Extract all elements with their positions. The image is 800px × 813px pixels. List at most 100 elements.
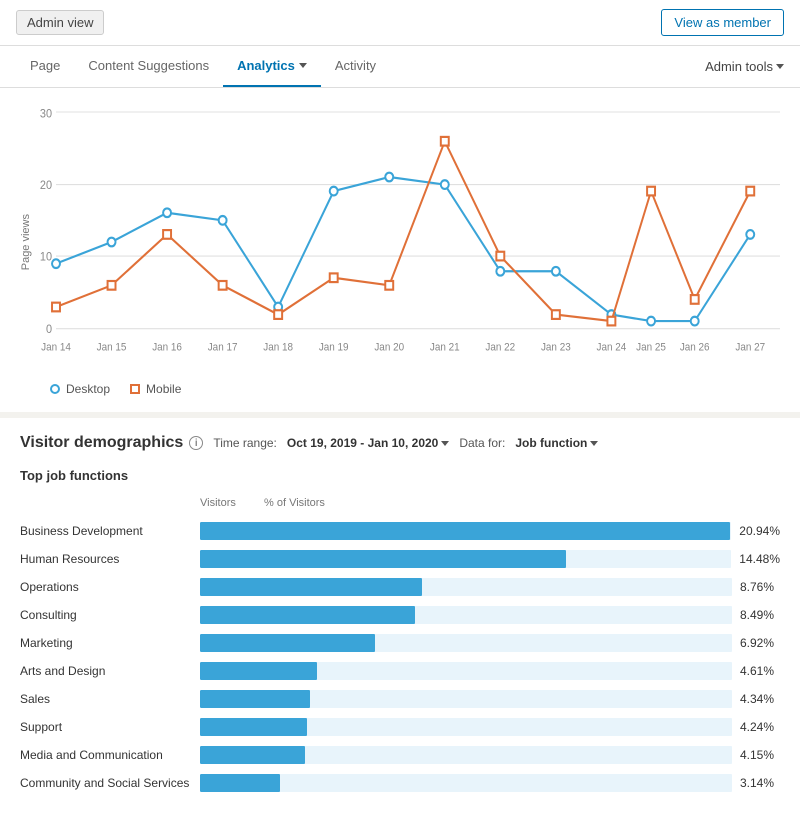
svg-text:Jan 23: Jan 23 [541,342,571,353]
bar-fill-3 [200,606,415,624]
bar-label-6: Sales [20,685,200,713]
desktop-legend-icon [50,384,60,394]
svg-text:Jan 16: Jan 16 [152,342,182,353]
tab-activity[interactable]: Activity [321,46,390,87]
bar-row-7: 4.24% [200,713,780,741]
bar-label-8: Media and Communication [20,741,200,769]
bar-track-8 [200,746,732,764]
svg-text:0: 0 [46,324,52,337]
bar-track-5 [200,662,732,680]
desktop-legend-label: Desktop [66,382,110,396]
bar-label-7: Support [20,713,200,741]
bar-pct-9: 3.14% [740,776,780,790]
bar-track-2 [200,578,732,596]
time-range-dropdown-icon [441,441,449,446]
demographics-section: Visitor demographics i Time range: Oct 1… [0,418,800,813]
bar-fill-9 [200,774,280,792]
time-range-label: Time range: [213,436,277,450]
demographics-title: Visitor demographics i [20,434,203,452]
svg-text:Jan 26: Jan 26 [680,342,710,353]
svg-text:Jan 25: Jan 25 [636,342,666,353]
mobile-legend-icon [130,384,140,394]
legend-desktop: Desktop [50,382,110,396]
view-as-member-button[interactable]: View as member [661,9,784,36]
bar-fill-1 [200,550,566,568]
analytics-dropdown-icon [299,63,307,68]
legend-mobile: Mobile [130,382,181,396]
mobile-legend-label: Mobile [146,382,181,396]
bar-rows-container: Visitors % of Visitors 20.94% 14.48% 8.7… [200,493,780,797]
admin-view-label: Admin view [16,10,104,35]
bar-row-4: 6.92% [200,629,780,657]
svg-text:Jan 24: Jan 24 [597,342,627,353]
svg-text:30: 30 [40,108,52,121]
admin-tools-button[interactable]: Admin tools [705,59,784,74]
top-job-functions-title: Top job functions [20,468,780,483]
bar-row-3: 8.49% [200,601,780,629]
bar-pct-7: 4.24% [740,720,780,734]
tab-content-suggestions[interactable]: Content Suggestions [74,46,223,87]
visitors-col-header: Visitors [200,497,260,509]
bar-pct-3: 8.49% [740,608,780,622]
bar-track-4 [200,634,732,652]
bar-fill-4 [200,634,375,652]
bar-label-5: Arts and Design [20,657,200,685]
data-for-value: Job function [515,436,587,450]
bar-pct-6: 4.34% [740,692,780,706]
bar-track-9 [200,774,732,792]
bar-pct-0: 20.94% [739,524,780,538]
bar-pct-5: 4.61% [740,664,780,678]
bar-fill-8 [200,746,305,764]
line-chart: 0 10 20 30 Jan 14 Jan 15 Jan 16 Jan 17 J… [56,112,780,372]
bar-row-1: 14.48% [200,545,780,573]
bar-label-4: Marketing [20,629,200,657]
pct-col-header: % of Visitors [264,497,325,509]
bar-row-6: 4.34% [200,685,780,713]
tab-analytics[interactable]: Analytics [223,46,321,87]
nav-tabs-left: Page Content Suggestions Analytics Activ… [16,46,390,87]
bar-labels: Business Development Human Resources Ope… [20,493,200,797]
svg-text:Jan 14: Jan 14 [41,342,71,353]
chart-section: Page views 0 10 20 30 Jan 14 Jan 15 Jan … [0,88,800,418]
bar-pct-8: 4.15% [740,748,780,762]
bar-fill-0 [200,522,730,540]
bar-label-1: Human Resources [20,545,200,573]
bar-rows: 20.94% 14.48% 8.76% 8.49% 6.92% 4.61% 4.… [200,517,780,797]
bar-fill-2 [200,578,422,596]
bar-row-0: 20.94% [200,517,780,545]
tab-page[interactable]: Page [16,46,74,87]
svg-text:20: 20 [40,180,52,193]
info-icon[interactable]: i [189,436,203,450]
data-for-label: Data for: [459,436,505,450]
time-range-value: Oct 19, 2019 - Jan 10, 2020 [287,436,438,450]
bar-fill-5 [200,662,317,680]
svg-text:Jan 18: Jan 18 [263,342,293,353]
svg-text:Jan 19: Jan 19 [319,342,349,353]
top-bar: Admin view View as member [0,0,800,46]
svg-text:Jan 20: Jan 20 [374,342,404,353]
bar-row-8: 4.15% [200,741,780,769]
bar-fill-6 [200,690,310,708]
time-range-filter-button[interactable]: Oct 19, 2019 - Jan 10, 2020 [287,436,449,450]
svg-text:10: 10 [40,251,52,264]
bar-row-5: 4.61% [200,657,780,685]
bar-label-2: Operations [20,573,200,601]
bar-label-3: Consulting [20,601,200,629]
bar-track-6 [200,690,732,708]
bar-track-3 [200,606,732,624]
bar-pct-1: 14.48% [739,552,780,566]
bar-pct-2: 8.76% [740,580,780,594]
bar-label-0: Business Development [20,517,200,545]
svg-text:Jan 27: Jan 27 [735,342,765,353]
bar-column-headers: Visitors % of Visitors [200,493,780,513]
svg-text:Jan 21: Jan 21 [430,342,460,353]
data-for-filter-button[interactable]: Job function [515,436,598,450]
nav-tabs: Page Content Suggestions Analytics Activ… [0,46,800,88]
bar-track-0 [200,522,731,540]
bar-chart-container: Business Development Human Resources Ope… [20,493,780,797]
bar-pct-4: 6.92% [740,636,780,650]
admin-tools-dropdown-icon [776,64,784,69]
demographics-header: Visitor demographics i Time range: Oct 1… [20,434,780,452]
bar-track-1 [200,550,731,568]
y-axis-label: Page views [20,214,32,270]
